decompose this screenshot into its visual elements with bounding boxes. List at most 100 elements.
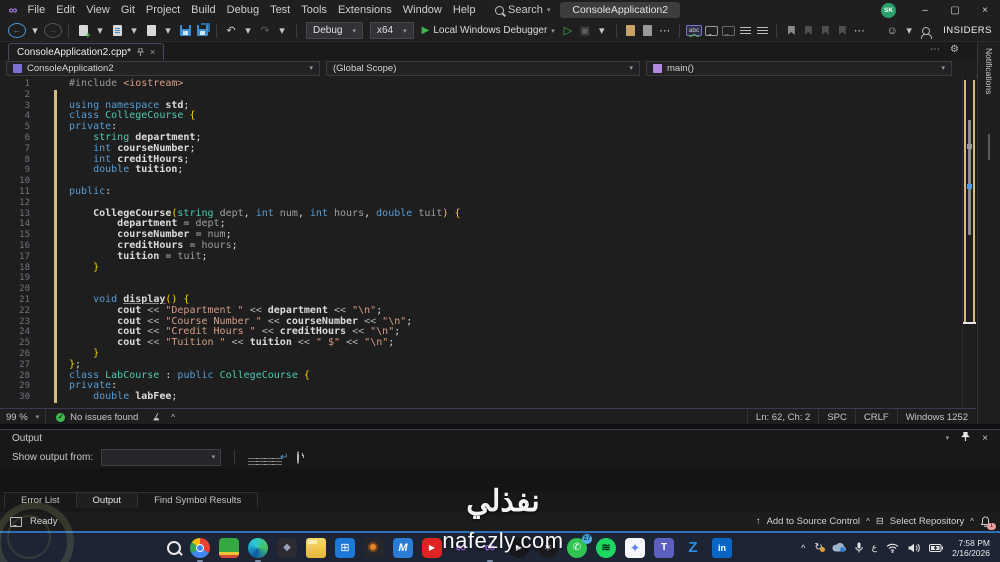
panel-tab-output[interactable]: Output [76, 492, 139, 508]
code-line-17[interactable]: 17 tuition = tuit; [0, 251, 976, 263]
menu-item-build[interactable]: Build [186, 4, 221, 16]
menu-item-project[interactable]: Project [140, 4, 185, 16]
cleanup-expand-icon[interactable]: ^ [171, 413, 175, 422]
menu-item-git[interactable]: Git [115, 4, 140, 16]
navigate-forward-icon[interactable]: → [44, 23, 62, 38]
code-line-1[interactable]: 1 #include <iostream> [0, 78, 976, 90]
live-share-icon[interactable] [918, 22, 934, 40]
code-editor[interactable]: 1 #include <iostream> 2 3 using namespace st… [0, 76, 976, 408]
notifications-side-tab[interactable]: Notifications [977, 42, 1000, 424]
start-icon[interactable] [140, 539, 158, 557]
code-line-19[interactable]: 19 [0, 273, 976, 285]
chatgpt-icon[interactable]: ✶ [538, 537, 558, 558]
select-repository-button[interactable]: Select Repository [890, 516, 964, 527]
linkedin-icon[interactable]: in [712, 537, 732, 558]
code-line-26[interactable]: 26 } [0, 348, 976, 360]
editor-options-icon[interactable]: ⋯ [930, 44, 940, 55]
decrease-indent-icon[interactable] [737, 22, 753, 40]
solution-configuration-dropdown[interactable]: Debug ▾ [306, 22, 363, 39]
sync-update-icon[interactable]: ↻ [814, 542, 826, 553]
uncomment-icon[interactable] [720, 22, 736, 40]
code-line-10[interactable]: 10 [0, 176, 976, 187]
encoding-indicator[interactable]: Windows 1252 [896, 409, 976, 425]
increase-indent-icon[interactable] [754, 22, 770, 40]
solution-name[interactable]: ConsoleApplication2 [560, 2, 681, 18]
word-wrap-icon[interactable]: ↵ [280, 452, 288, 463]
visual-studio-icon[interactable]: ∞ [451, 538, 471, 558]
save-icon[interactable] [177, 22, 193, 40]
input-language-indicator[interactable]: ع [872, 542, 877, 553]
code-line-11[interactable]: 11 public: [0, 186, 976, 198]
open-file-dropdown-icon[interactable]: ▾ [126, 22, 142, 40]
edge-icon[interactable] [248, 537, 268, 562]
spell-checker-toggle-icon[interactable]: abc [685, 22, 703, 40]
search-icon[interactable] [167, 540, 181, 555]
search-box[interactable]: Search ▾ [495, 4, 550, 16]
navigate-symbol-icon[interactable] [640, 22, 656, 40]
wifi-icon[interactable] [886, 543, 899, 553]
code-cleanup-icon[interactable] [152, 413, 161, 422]
editor-gear-icon[interactable]: ⚙ [950, 44, 959, 55]
zoom-dropdown[interactable]: 99 % ▾ [0, 409, 47, 425]
pin-panel-icon[interactable] [961, 431, 971, 444]
account-avatar[interactable]: SK [881, 2, 896, 18]
green-app-icon[interactable] [219, 537, 239, 558]
hidden-icons-chevron-icon[interactable]: ^ [801, 543, 805, 553]
navigate-back-dropdown-icon[interactable]: ▾ [27, 22, 43, 40]
code-line-4[interactable]: 4 class CollegeCourse { [0, 110, 976, 123]
toolbar-overflow-icon[interactable]: ⋯ [657, 22, 673, 40]
notifications-bell-icon[interactable]: 1 [980, 515, 996, 530]
output-content[interactable] [0, 468, 1000, 492]
panel-dropdown-icon[interactable]: ▾ [946, 434, 950, 442]
menu-item-view[interactable]: View [81, 4, 116, 16]
battery-icon[interactable] [929, 543, 944, 552]
close-button[interactable]: × [970, 0, 1000, 20]
chrome-icon[interactable] [190, 537, 210, 562]
save-all-icon[interactable] [194, 22, 210, 40]
health-indicator[interactable]: ✓ No issues found [46, 412, 138, 423]
youtube-icon[interactable]: ▶ [422, 537, 442, 558]
menu-item-extensions[interactable]: Extensions [332, 4, 397, 16]
panel-tab-find-symbol-results[interactable]: Find Symbol Results [138, 492, 259, 508]
feedback-smiley-icon[interactable]: ☺ [884, 22, 900, 40]
menu-item-debug[interactable]: Debug [221, 4, 264, 16]
gemini-icon[interactable]: ✦ [625, 537, 645, 558]
line-column-indicator[interactable]: Ln: 62, Ch: 2 [746, 409, 818, 425]
visual-studio-2-icon[interactable]: ∞ [480, 538, 500, 562]
undo-icon[interactable]: ↶ [223, 22, 239, 40]
spaces-indicator[interactable]: SPC [818, 409, 855, 425]
toggle-bookmark-icon[interactable] [783, 22, 799, 40]
open-file-icon[interactable] [109, 22, 125, 40]
gem-app-icon[interactable]: ◆ [277, 537, 297, 558]
spotify-icon[interactable]: ≋ [596, 537, 616, 558]
menu-item-test[interactable]: Test [265, 4, 296, 16]
bookmark-overflow-icon[interactable]: ⋯ [851, 22, 867, 40]
next-bookmark-icon[interactable] [817, 22, 833, 40]
code-line-18[interactable]: 18 } [0, 262, 976, 274]
redo-dropdown-icon[interactable]: ▾ [274, 22, 290, 40]
navigate-back-icon[interactable]: ← [8, 23, 26, 38]
feedback-bubble-icon[interactable] [10, 516, 22, 527]
member-dropdown[interactable]: main() ▾ [646, 60, 952, 76]
menu-item-help[interactable]: Help [447, 4, 481, 16]
find-in-files-icon[interactable] [623, 22, 639, 40]
start-debugging-button[interactable]: ▶ Local Windows Debugger ▾ [422, 25, 555, 36]
menu-item-file[interactable]: File [22, 4, 51, 16]
scope-dropdown[interactable]: (Global Scope) ▾ [326, 60, 640, 76]
file-explorer-icon[interactable] [306, 537, 326, 558]
ms-store-icon[interactable]: ⊞ [335, 537, 355, 558]
add-item-icon[interactable] [143, 22, 159, 40]
add-item-dropdown-icon[interactable]: ▾ [160, 22, 176, 40]
new-file-icon[interactable] [75, 22, 91, 40]
close-panel-icon[interactable]: × [982, 433, 988, 444]
code-line-25[interactable]: 25 cout << "Tuition " << tuition << " $"… [0, 337, 976, 349]
panel-tab-error-list[interactable]: Error List [4, 492, 77, 508]
feedback-dropdown-icon[interactable]: ▾ [901, 22, 917, 40]
attach-dropdown-icon[interactable]: ▾ [594, 22, 610, 40]
menu-item-tools[interactable]: Tools [296, 4, 333, 16]
add-to-source-control-button[interactable]: Add to Source Control [767, 516, 860, 527]
code-line-9[interactable]: 9 double tuition; [0, 164, 976, 177]
solution-platform-dropdown[interactable]: x64 ▾ [369, 22, 414, 39]
microphone-icon[interactable] [855, 542, 863, 553]
onedrive-cloud-icon[interactable] [832, 543, 846, 552]
